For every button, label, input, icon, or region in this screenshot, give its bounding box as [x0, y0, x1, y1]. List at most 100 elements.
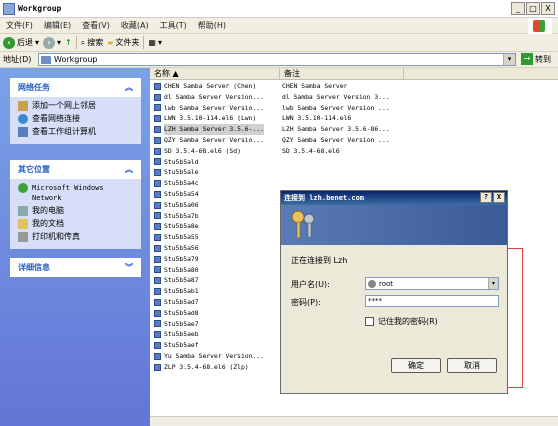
- row-name: ZLP 3.5.4-68.el6 (Zlp): [164, 362, 249, 371]
- horizontal-scrollbar[interactable]: [150, 416, 558, 426]
- computer-icon: [154, 363, 161, 371]
- menu-file[interactable]: 文件(F): [6, 20, 33, 31]
- remember-password-checkbox[interactable]: 记住我的密码(R): [365, 316, 438, 327]
- computer-icon: [154, 342, 161, 350]
- column-header-comment[interactable]: 备注: [280, 68, 404, 80]
- minimize-button[interactable]: _: [511, 2, 525, 15]
- computer-icon: [154, 104, 161, 112]
- my-computer-label: 我的电脑: [32, 206, 64, 215]
- remember-password-label: 记住我的密码(R): [378, 317, 438, 326]
- computer-row[interactable]: CHEN Samba Server (Chen) CHEN Samba Serve…: [150, 81, 558, 92]
- address-label: 地址(D): [3, 55, 32, 64]
- dialog-help-button[interactable]: ?: [480, 192, 492, 203]
- printers-faxes-label: 打印机和传真: [32, 232, 80, 241]
- user-icon: [368, 279, 376, 288]
- collapse-icon[interactable]: ︽: [125, 82, 133, 93]
- maximize-button[interactable]: □: [526, 2, 540, 15]
- computer-row[interactable]: Stu5b5ald: [150, 157, 558, 168]
- menu-edit[interactable]: 编辑(E): [44, 20, 71, 31]
- views-button[interactable]: ▦ ▾: [148, 38, 162, 47]
- collapse-icon[interactable]: ︽: [125, 164, 133, 175]
- row-name-cell: Stu5b5a4c: [154, 178, 280, 189]
- close-button[interactable]: X: [541, 2, 555, 15]
- computer-icon: [154, 298, 161, 306]
- computer-icon: [154, 309, 161, 317]
- row-name-cell: Stu5b5ald: [154, 157, 280, 168]
- computer-row[interactable]: Stu5b5ale: [150, 167, 558, 178]
- menu-favorites[interactable]: 收藏(A): [121, 20, 149, 31]
- row-name: Stu5b5ae7: [164, 319, 199, 328]
- search-icon: ⌕: [80, 37, 86, 47]
- other-places-header[interactable]: 其它位置 ︽: [10, 160, 141, 179]
- column-name-label: 名称: [154, 69, 170, 78]
- column-header-empty: [404, 68, 558, 80]
- checkbox-box[interactable]: [365, 317, 374, 326]
- title-bar: Workgroup _ □ X: [0, 0, 558, 18]
- computer-row[interactable]: QZY Samba Server Versio... QZY Samba Serv…: [150, 135, 558, 146]
- my-computer-link[interactable]: 我的电脑: [18, 206, 133, 216]
- keys-icon: [291, 210, 315, 239]
- folders-button[interactable]: ▰ 文件夹: [107, 37, 139, 48]
- details-title: 详细信息: [18, 263, 50, 272]
- view-workgroup-computers-label: 查看工作组计算机: [32, 127, 96, 136]
- chevron-down-icon: ▾: [35, 38, 40, 47]
- search-button[interactable]: ⌕ 搜索: [81, 37, 103, 48]
- computer-icon: [154, 288, 161, 296]
- printers-faxes-link[interactable]: 打印机和传真: [18, 232, 133, 242]
- menu-help[interactable]: 帮助(H): [198, 20, 226, 31]
- row-comment: QZY Samba Server Version ...: [282, 135, 390, 144]
- address-dropdown-button[interactable]: ▾: [503, 54, 515, 65]
- row-name: Stu5b5ad8: [164, 308, 199, 317]
- go-button[interactable]: → 转到: [521, 53, 551, 65]
- expand-icon[interactable]: ︾: [125, 262, 133, 273]
- ok-button[interactable]: 确定: [391, 358, 441, 373]
- password-field[interactable]: ****: [365, 295, 499, 307]
- username-dropdown-button[interactable]: ▾: [488, 278, 498, 289]
- windows-logo-icon: [528, 18, 552, 34]
- username-combobox[interactable]: root ▾: [365, 277, 499, 290]
- row-name-cell: Stu5b5a06: [154, 200, 280, 211]
- computer-icon: [154, 277, 161, 285]
- network-tasks-header[interactable]: 网络任务 ︽: [10, 78, 141, 97]
- connecting-text: 正在连接到 Lzh: [291, 256, 348, 265]
- computer-row[interactable]: Stu5b5a4c: [150, 178, 558, 189]
- row-name: lwb Samba Server Versio...: [164, 103, 265, 112]
- globe-icon: [18, 183, 28, 193]
- details-panel: 详细信息 ︾: [10, 258, 141, 277]
- dialog-close-button[interactable]: X: [493, 192, 505, 203]
- row-name: Stu5b5a06: [164, 200, 199, 209]
- dialog-title-bar: 连接到 lzh.benet.com ? X: [281, 191, 507, 205]
- computer-icon: [154, 320, 161, 328]
- menu-tools[interactable]: 工具(T): [160, 20, 187, 31]
- network-tasks-title: 网络任务: [18, 83, 50, 92]
- computer-row[interactable]: SD 3.5.4-68.el6 (Sd) SD 3.5.4-68.el6: [150, 146, 558, 157]
- microsoft-windows-network-link[interactable]: Microsoft Windows Network: [18, 183, 133, 203]
- row-comment: lwb Samba Server Version ...: [282, 103, 390, 112]
- view-network-connections-link[interactable]: 查看网络连接: [18, 114, 133, 124]
- row-name: Stu5b5ald: [164, 157, 199, 166]
- computer-row[interactable]: lwb Samba Server Versio... lwb Samba Serv…: [150, 103, 558, 114]
- row-name: Stu5b5a87: [164, 276, 199, 285]
- computer-row[interactable]: LZH Samba Server 3.5.6-... LZH Samba Serv…: [150, 124, 558, 135]
- row-comment: CHEN Samba Server: [282, 82, 348, 90]
- add-network-place-link[interactable]: 添加一个网上邻居: [18, 101, 133, 111]
- computer-icon: [154, 169, 161, 177]
- my-documents-label: 我的文档: [32, 219, 64, 228]
- my-documents-link[interactable]: 我的文档: [18, 219, 133, 229]
- menu-view[interactable]: 查看(V): [82, 20, 110, 31]
- view-workgroup-computers-link[interactable]: 查看工作组计算机: [18, 127, 133, 137]
- computer-row[interactable]: LWN 3.5.10-114.el6 (Lwn) LWN 3.5.10-114.e…: [150, 113, 558, 124]
- back-button[interactable]: ‹ 后退 ▾: [3, 36, 40, 49]
- row-name-cell: CHEN Samba Server (Chen): [154, 81, 280, 92]
- go-label: 转到: [535, 54, 551, 64]
- column-header-name[interactable]: 名称 ▲: [150, 68, 280, 80]
- up-folder-icon[interactable]: ↑: [65, 38, 72, 47]
- row-comment: SD 3.5.4-68.el6: [282, 146, 340, 155]
- details-header[interactable]: 详细信息 ︾: [10, 258, 141, 277]
- address-input[interactable]: Workgroup ▾: [38, 53, 516, 66]
- forward-arrow-icon: ›: [43, 36, 56, 49]
- network-connections-icon: [18, 114, 28, 124]
- computer-row[interactable]: dl Samba Server Version... dl Samba Serve…: [150, 92, 558, 103]
- cancel-button[interactable]: 取消: [447, 358, 497, 373]
- forward-button[interactable]: › ▾: [43, 36, 61, 49]
